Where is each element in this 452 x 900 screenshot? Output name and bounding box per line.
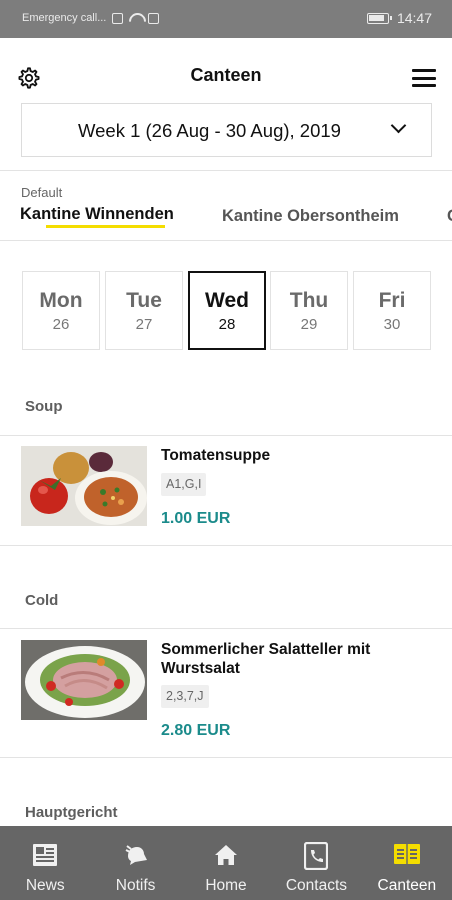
canteen-menu-icon [393, 844, 420, 864]
nav-notifs[interactable]: Notifs [90, 826, 180, 900]
section-title-soup: Soup [25, 398, 63, 415]
day-name: Tue [126, 289, 162, 312]
notification-icon [125, 845, 147, 865]
meal-price: 2.80 EUR [161, 722, 231, 739]
phone-contacts-icon [304, 842, 329, 870]
status-left: Emergency call... [22, 12, 160, 24]
nav-canteen[interactable]: Canteen [362, 826, 452, 900]
allergen-badge: A1,G,I [161, 473, 207, 496]
divider [0, 170, 452, 171]
wifi-icon [129, 13, 142, 23]
chevron-down-icon [390, 117, 407, 134]
section-title-hauptgericht: Hauptgericht [25, 804, 118, 821]
meal-image-salatteller [21, 640, 147, 720]
nav-home[interactable]: Home [181, 826, 271, 900]
message-icon [148, 12, 160, 24]
day-number: 26 [52, 316, 70, 333]
newspaper-icon [33, 844, 58, 866]
divider [0, 628, 452, 629]
day-number: 29 [300, 316, 318, 333]
tab-kantine-obersontheim[interactable]: Kantine Obersontheim [222, 207, 399, 226]
carrier-text: Emergency call... [22, 12, 107, 24]
week-selector[interactable]: Week 1 (26 Aug - 30 Aug), 2019 [21, 103, 432, 157]
clock: 14:47 [396, 10, 432, 26]
nav-label: Canteen [377, 877, 437, 894]
day-number: 27 [135, 316, 153, 333]
status-bar: Emergency call... 14:47 [0, 0, 452, 38]
status-right: 14:47 [366, 10, 432, 26]
meal-image-tomatensuppe [21, 446, 147, 526]
day-name: Wed [205, 289, 249, 312]
day-thu[interactable]: Thu 29 [270, 271, 348, 350]
meal-name: Tomatensuppe [161, 447, 271, 464]
divider [0, 545, 452, 546]
week-label: Week 1 (26 Aug - 30 Aug), 2019 [78, 120, 341, 141]
page-title: Canteen [190, 65, 262, 85]
meal-name: Sommerlicher Salatteller mit Wurstsalat [161, 641, 371, 677]
hamburger-menu-icon[interactable] [412, 69, 436, 87]
nav-label: Home [205, 877, 247, 894]
meal-price: 1.00 EUR [161, 510, 231, 527]
divider [0, 757, 452, 758]
divider [0, 240, 452, 241]
day-number: 30 [383, 316, 401, 333]
day-wed[interactable]: Wed 28 [188, 271, 266, 350]
home-icon [215, 845, 238, 865]
day-name: Mon [39, 289, 83, 312]
nav-contacts[interactable]: Contacts [271, 826, 361, 900]
battery-icon [366, 12, 392, 24]
day-name: Thu [289, 289, 329, 312]
nav-label: Notifs [115, 877, 156, 894]
day-fri[interactable]: Fri 30 [353, 271, 431, 350]
day-tue[interactable]: Tue 27 [105, 271, 183, 350]
day-number: 28 [218, 316, 236, 333]
tab-kantine-winnenden[interactable]: Kantine Winnenden [20, 205, 174, 224]
default-label: Default [21, 185, 63, 200]
nav-news[interactable]: News [0, 826, 90, 900]
section-title-cold: Cold [25, 592, 59, 609]
nav-label: News [25, 877, 65, 894]
day-mon[interactable]: Mon 26 [22, 271, 100, 350]
sim-icon [112, 12, 124, 24]
nav-label: Contacts [285, 877, 347, 894]
day-name: Fri [378, 289, 406, 312]
divider [0, 435, 452, 436]
tab-partial[interactable]: C [447, 207, 452, 226]
bottom-navigation: News Notifs Home Contacts Canteen [0, 826, 452, 900]
active-tab-indicator [46, 225, 165, 228]
allergen-badge: 2,3,7,J [161, 685, 209, 708]
